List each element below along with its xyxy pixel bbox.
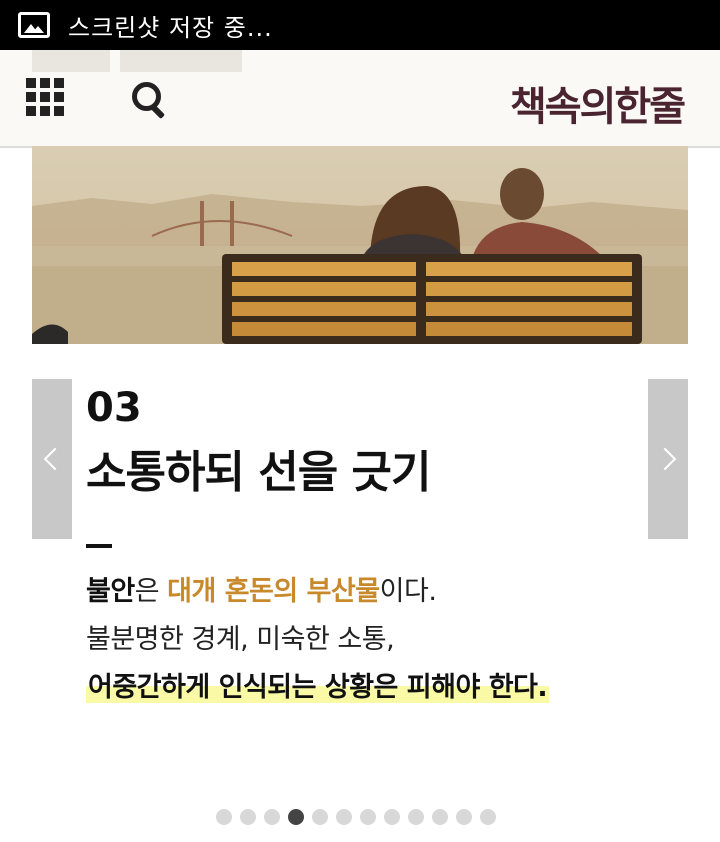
- card-text: 03 소통하되 선을 긋기 불안은 대개 혼돈의 부산물이다. 불분명한 경계,…: [86, 385, 550, 712]
- quote-highlight: 어중간하게 인식되는 상황은 피해야 한다.: [86, 672, 550, 703]
- pagination-dot[interactable]: [336, 809, 352, 825]
- divider: [86, 544, 112, 548]
- quote-line-2: 불분명한 경계, 미숙한 소통,: [86, 624, 395, 655]
- pagination-dot[interactable]: [312, 809, 328, 825]
- chevron-left-icon: [43, 447, 67, 471]
- quote-plain: 은: [134, 576, 168, 607]
- ghost-tab: [120, 50, 242, 72]
- quote-line-3: 어중간하게 인식되는 상황은 피해야 한다.: [86, 664, 550, 712]
- pagination-dot[interactable]: [264, 809, 280, 825]
- carousel-prev-button[interactable]: [32, 379, 72, 539]
- carousel-next-button[interactable]: [648, 379, 688, 539]
- quote-line-1: 불안은 대개 혼돈의 부산물이다.: [86, 568, 549, 616]
- pagination-dot[interactable]: [288, 809, 304, 825]
- status-text: 스크린샷 저장 중...: [68, 13, 273, 42]
- pagination-dot[interactable]: [216, 809, 232, 825]
- status-bar: 스크린샷 저장 중...: [0, 0, 720, 50]
- hero-photo: [32, 146, 688, 344]
- pagination-dot[interactable]: [240, 809, 256, 825]
- couple-on-bench-illustration: [32, 168, 688, 344]
- chevron-right-icon: [653, 447, 677, 471]
- image-icon: [18, 12, 50, 38]
- quote-plain: 이다.: [379, 576, 437, 607]
- pagination-dot[interactable]: [480, 809, 496, 825]
- app-bar: 책속의한줄: [0, 50, 720, 148]
- pagination-dot[interactable]: [360, 809, 376, 825]
- app-logo[interactable]: 책속의한줄: [510, 74, 686, 132]
- ghost-tab: [32, 50, 110, 72]
- quote-bold: 불안: [86, 576, 135, 607]
- pagination-dot[interactable]: [408, 809, 424, 825]
- pagination-dot[interactable]: [432, 809, 448, 825]
- grid-menu-icon[interactable]: [26, 78, 64, 116]
- carousel-pagination: [216, 809, 496, 825]
- pagination-dot[interactable]: [456, 809, 472, 825]
- search-icon[interactable]: [132, 82, 166, 120]
- pagination-dot[interactable]: [384, 809, 400, 825]
- quote-accent: 대개 혼돈의 부산물: [167, 576, 380, 607]
- card-heading: 소통하되 선을 긋기: [86, 447, 431, 498]
- card-number: 03: [86, 385, 142, 431]
